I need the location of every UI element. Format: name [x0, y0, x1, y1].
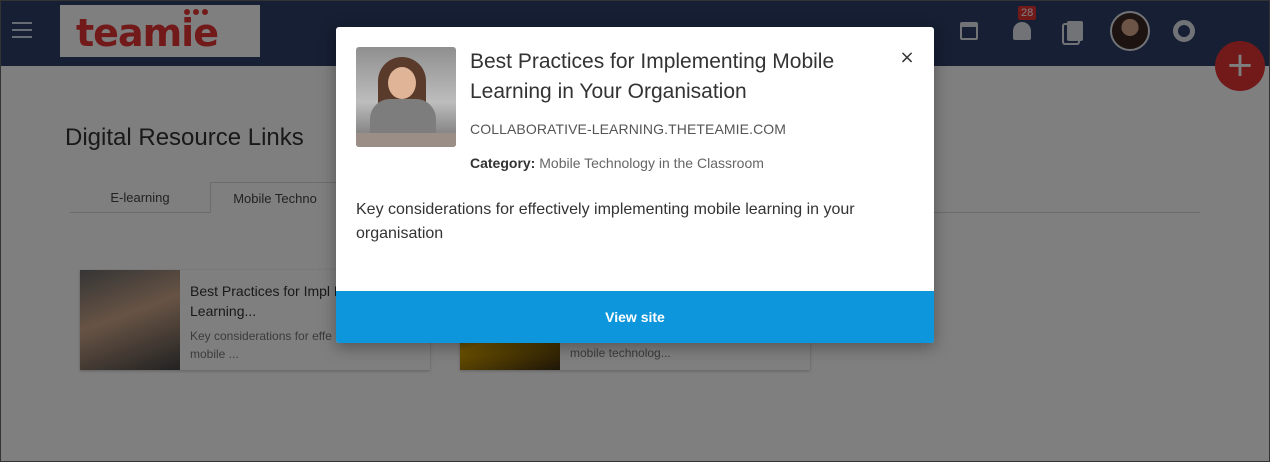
modal-title: Best Practices for Implementing Mobile L…	[470, 50, 835, 103]
resource-domain: COLLABORATIVE-LEARNING.THETEAMIE.COM	[470, 121, 787, 137]
resource-preview-modal: Best Practices for Implementing Mobile L…	[336, 27, 934, 343]
close-icon[interactable]: ×	[898, 47, 916, 69]
category-value: Mobile Technology in the Classroom	[539, 155, 764, 171]
view-site-button[interactable]: View site	[336, 291, 934, 343]
category-label: Category:	[470, 155, 536, 171]
resource-thumbnail	[356, 47, 456, 147]
resource-category: Category: Mobile Technology in the Class…	[470, 155, 764, 171]
resource-description: Key considerations for effectively imple…	[356, 201, 855, 242]
